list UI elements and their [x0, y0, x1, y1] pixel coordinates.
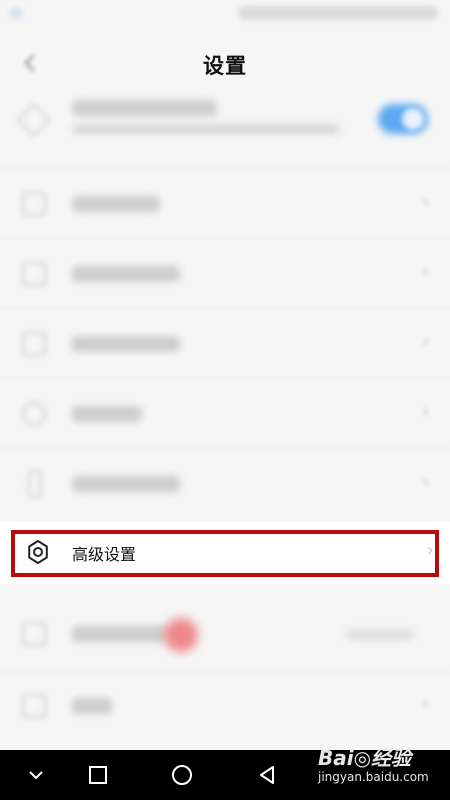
settings-row-description	[72, 124, 340, 134]
notification-badge	[164, 618, 198, 652]
settings-row-blurred[interactable]: ›	[0, 310, 450, 380]
settings-row-label	[72, 266, 180, 282]
settings-row-icon	[22, 402, 46, 426]
status-bar	[0, 0, 450, 30]
settings-row-icon	[22, 622, 46, 646]
settings-row-blurred[interactable]: ›	[0, 674, 450, 744]
back-triangle-icon[interactable]	[254, 762, 280, 788]
chevron-right-icon: ›	[422, 191, 430, 212]
toggle-knob	[402, 108, 424, 130]
settings-row-value	[346, 630, 414, 640]
highlight-box	[11, 530, 439, 577]
home-circle-icon[interactable]	[169, 762, 195, 788]
settings-row-icon	[22, 332, 46, 356]
settings-row-label	[72, 336, 180, 352]
watermark-brand: Bai◎经验	[318, 746, 412, 770]
chevron-right-icon: ›	[422, 261, 430, 282]
status-indicator	[10, 8, 22, 18]
recents-square-icon[interactable]	[85, 762, 111, 788]
settings-row-blurred[interactable]: ›	[0, 380, 450, 450]
divider	[0, 672, 450, 673]
chevron-right-icon: ›	[422, 471, 430, 492]
baidu-watermark: Bai◎经验 jingyan.baidu.com	[318, 742, 438, 794]
watermark-domain: jingyan.baidu.com	[318, 770, 429, 784]
settings-row-label	[72, 406, 142, 422]
chevron-right-icon: ›	[422, 693, 430, 714]
settings-row-label	[72, 626, 168, 642]
settings-row-icon	[22, 192, 46, 216]
header: 设置	[0, 40, 450, 90]
status-icons	[238, 6, 438, 20]
settings-row-label	[72, 476, 180, 492]
settings-row-blurred[interactable]: ›	[0, 240, 450, 310]
settings-row-label	[72, 196, 160, 212]
divider	[0, 448, 450, 449]
divider	[0, 378, 450, 379]
settings-row-icon	[22, 262, 46, 286]
divider	[0, 308, 450, 309]
settings-row-blurred[interactable]: ›	[0, 450, 450, 520]
divider	[0, 238, 450, 239]
settings-row-icon	[22, 694, 46, 718]
settings-row-blurred[interactable]: ›	[0, 170, 450, 240]
settings-row-label	[72, 698, 112, 714]
settings-row-icon	[28, 470, 42, 498]
collapse-chevron-icon[interactable]	[23, 762, 49, 788]
page-title: 设置	[203, 54, 247, 78]
chevron-right-icon: ›	[422, 331, 430, 352]
settings-row-blurred[interactable]	[0, 600, 450, 670]
divider	[0, 168, 450, 169]
pen-icon	[17, 103, 51, 137]
settings-row-label	[72, 100, 217, 116]
chevron-right-icon: ›	[422, 401, 430, 422]
